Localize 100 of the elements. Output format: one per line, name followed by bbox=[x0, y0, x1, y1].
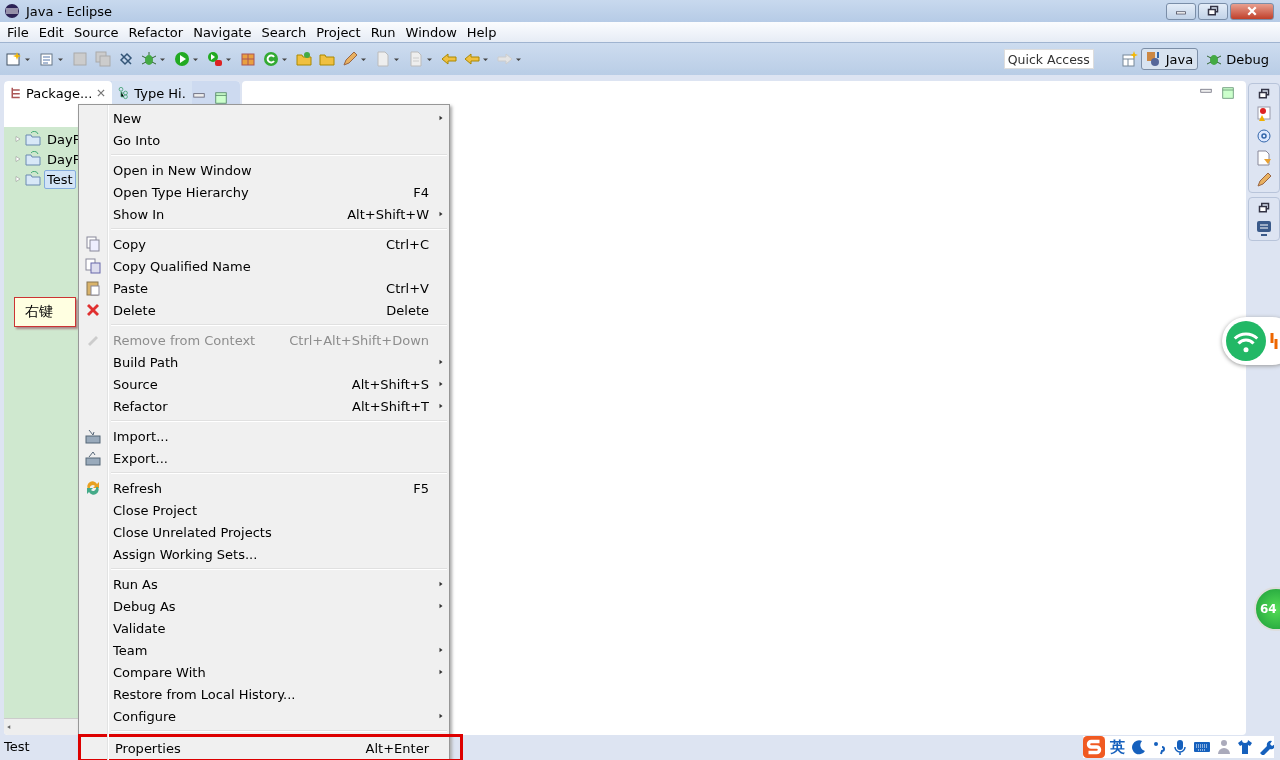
perspective-button[interactable]: Java bbox=[1140, 48, 1199, 70]
context-menu-item[interactable]: Refresh F5 bbox=[79, 477, 449, 499]
context-menu-item[interactable]: Refactor Alt+Shift+T bbox=[79, 395, 449, 417]
shirt-icon[interactable] bbox=[1237, 739, 1253, 755]
tree-item[interactable]: Test bbox=[44, 169, 76, 189]
context-menu-item[interactable]: Team bbox=[79, 639, 449, 661]
menu-item[interactable]: File bbox=[2, 24, 34, 40]
declaration-icon[interactable] bbox=[1256, 150, 1272, 166]
submenu-arrow-icon bbox=[438, 114, 444, 122]
restore-icon[interactable] bbox=[1258, 202, 1270, 214]
back-arrow-icon[interactable] bbox=[464, 51, 480, 67]
menu-item[interactable]: Project bbox=[311, 24, 366, 40]
sogou-logo-icon[interactable] bbox=[1083, 736, 1105, 758]
menu-item[interactable]: Window bbox=[400, 24, 462, 40]
context-menu-item[interactable]: Run As bbox=[79, 573, 449, 595]
maximize-icon[interactable] bbox=[213, 91, 228, 105]
maximize-icon[interactable] bbox=[1222, 87, 1234, 99]
view-tab[interactable]: Package... bbox=[4, 81, 113, 105]
submenu-arrow-icon bbox=[438, 210, 444, 218]
problems-icon[interactable] bbox=[1256, 106, 1272, 122]
menu-item[interactable]: Run bbox=[365, 24, 401, 40]
context-menu-item[interactable]: Go Into bbox=[79, 129, 449, 151]
submenu-arrow-icon bbox=[438, 402, 444, 410]
context-menu-item[interactable]: Copy Qualified Name bbox=[79, 255, 449, 277]
context-menu-item[interactable]: Validate bbox=[79, 617, 449, 639]
restore-icon[interactable] bbox=[1258, 88, 1270, 100]
menu-item[interactable]: Help bbox=[461, 24, 502, 40]
context-menu-item[interactable]: Export... bbox=[79, 447, 449, 469]
context-menu-item[interactable]: Close Unrelated Projects bbox=[79, 521, 449, 543]
context-menu-item[interactable]: Restore from Local History... bbox=[79, 683, 449, 705]
open-folder-icon[interactable] bbox=[296, 51, 312, 67]
submenu-arrow-icon bbox=[438, 668, 444, 676]
delete-icon bbox=[85, 302, 101, 318]
keyboard-icon[interactable] bbox=[1193, 739, 1211, 755]
eclipse-icon bbox=[4, 3, 20, 19]
quick-access-field[interactable]: Quick Access bbox=[1003, 49, 1094, 69]
context-menu-item[interactable]: Compare With bbox=[79, 661, 449, 683]
pencil-icon[interactable] bbox=[1256, 172, 1272, 188]
new-wizard-icon[interactable] bbox=[6, 51, 22, 67]
context-menu-item[interactable]: Show In Alt+Shift+W bbox=[79, 203, 449, 225]
context-menu-item[interactable]: Debug As bbox=[79, 595, 449, 617]
close-icon[interactable] bbox=[96, 88, 107, 98]
copy-icon bbox=[85, 236, 101, 252]
console-icon[interactable] bbox=[1256, 220, 1272, 236]
submenu-arrow-icon bbox=[438, 602, 444, 610]
wifi-icon[interactable] bbox=[1226, 321, 1266, 361]
external-tools-icon[interactable] bbox=[207, 51, 223, 67]
menu-item[interactable]: Navigate bbox=[188, 24, 257, 40]
context-menu-item[interactable]: Open Type Hierarchy F4 bbox=[79, 181, 449, 203]
context-menu-item[interactable]: Paste Ctrl+V bbox=[79, 277, 449, 299]
submenu-arrow-icon bbox=[438, 380, 444, 388]
refresh-circle-icon[interactable] bbox=[263, 51, 279, 67]
package-icon[interactable] bbox=[240, 51, 256, 67]
user-icon[interactable] bbox=[1216, 739, 1232, 755]
menu-item[interactable]: Edit bbox=[33, 24, 69, 40]
menu-item[interactable]: Source bbox=[68, 24, 124, 40]
java-perspective-icon bbox=[1145, 51, 1162, 67]
punctuation-icon[interactable] bbox=[1151, 739, 1167, 755]
project-folder-icon bbox=[25, 171, 41, 187]
submenu-arrow-icon bbox=[438, 712, 444, 720]
context-menu-item[interactable]: Copy Ctrl+C bbox=[79, 233, 449, 255]
project-folder-icon bbox=[25, 151, 41, 167]
wrench-icon[interactable] bbox=[1258, 739, 1274, 755]
bug-icon[interactable] bbox=[141, 51, 157, 67]
context-menu-item[interactable]: Source Alt+Shift+S bbox=[79, 373, 449, 395]
context-menu-item[interactable]: Import... bbox=[79, 425, 449, 447]
tooltip-text: 右键 bbox=[25, 303, 53, 321]
submenu-arrow-icon bbox=[438, 580, 444, 588]
perspective-button[interactable]: Debug bbox=[1201, 48, 1274, 70]
microphone-icon[interactable] bbox=[1172, 739, 1188, 755]
run-icon[interactable] bbox=[174, 51, 190, 67]
context-menu-item[interactable]: New bbox=[79, 107, 449, 129]
close-button[interactable] bbox=[1230, 2, 1274, 20]
input-mode-toggle[interactable]: 英 bbox=[1110, 737, 1125, 757]
restore-icon bbox=[1207, 5, 1219, 17]
pencil-icon[interactable] bbox=[342, 51, 358, 67]
copy-name-icon bbox=[85, 258, 101, 274]
context-menu-item[interactable]: Close Project bbox=[79, 499, 449, 521]
context-menu-item[interactable]: Delete Delete bbox=[79, 299, 449, 321]
menu-item[interactable]: Refactor bbox=[123, 24, 189, 40]
close-icon bbox=[1246, 5, 1258, 17]
folder-icon[interactable] bbox=[319, 51, 335, 67]
restore-button[interactable] bbox=[1198, 2, 1228, 20]
status-text: Test bbox=[4, 738, 30, 754]
moon-icon[interactable] bbox=[1130, 739, 1146, 755]
view-tab[interactable]: Type Hi. bbox=[112, 81, 192, 105]
context-menu-item[interactable]: Open in New Window bbox=[79, 159, 449, 181]
project-folder-icon bbox=[25, 131, 41, 147]
submenu-arrow-icon bbox=[438, 646, 444, 654]
context-menu-item[interactable]: Build Path bbox=[79, 351, 449, 373]
menu-item[interactable]: Search bbox=[256, 24, 312, 40]
clipboard-icon bbox=[85, 280, 101, 296]
open-perspective-icon[interactable] bbox=[1121, 51, 1138, 67]
context-menu-item[interactable]: Assign Working Sets... bbox=[79, 543, 449, 565]
context-menu-item[interactable]: Configure bbox=[79, 705, 449, 727]
window-title: Java - Eclipse bbox=[26, 3, 114, 19]
context-menu-item[interactable]: Properties Alt+Enter bbox=[81, 737, 449, 759]
package-tree-icon bbox=[10, 86, 22, 100]
new-class-icon[interactable] bbox=[39, 51, 55, 67]
hierarchy-icon bbox=[118, 85, 131, 101]
